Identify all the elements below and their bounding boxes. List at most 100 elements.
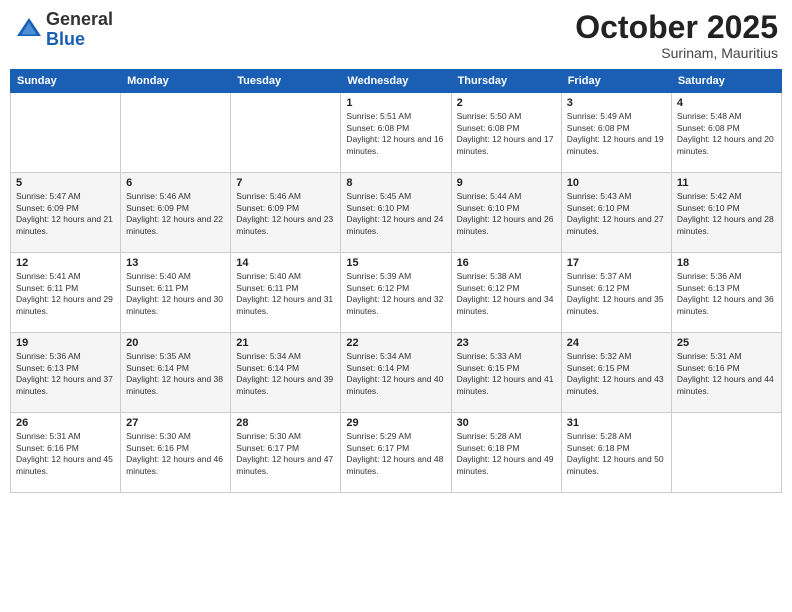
day-info: Sunrise: 5:34 AM Sunset: 6:14 PM Dayligh… <box>236 351 335 397</box>
day-number: 4 <box>677 97 776 109</box>
logo-blue: Blue <box>46 30 113 50</box>
day-cell: 13Sunrise: 5:40 AM Sunset: 6:11 PM Dayli… <box>121 253 231 333</box>
day-number: 31 <box>567 417 666 429</box>
day-info: Sunrise: 5:28 AM Sunset: 6:18 PM Dayligh… <box>567 431 666 477</box>
day-cell: 15 Sunrise: 5:39 AM Sunset: 6:12 PM Dayli… <box>341 253 451 333</box>
day-info: Sunrise: 5:32 AM Sunset: 6:15 PM Dayligh… <box>567 351 666 397</box>
day-info: Sunrise: 5:29 AM Sunset: 6:17 PM Dayligh… <box>346 431 445 477</box>
day-cell <box>121 93 231 173</box>
day-info: Sunrise: 5:51 AM Sunset: 6:08 PM Dayligh… <box>346 111 445 157</box>
day-cell: 30 Sunrise: 5:28 AM Sunset: 6:18 PM Dayli… <box>451 413 561 493</box>
logo-icon <box>14 15 44 45</box>
day-cell: 18Sunrise: 5:36 AM Sunset: 6:13 PM Dayli… <box>671 253 781 333</box>
day-info: Sunrise: 5:34 AM Sunset: 6:14 PM Dayligh… <box>346 351 445 397</box>
day-cell: 5 Sunrise: 5:47 AM Sunset: 6:09 PM Daylig… <box>11 173 121 253</box>
day-cell: 22Sunrise: 5:34 AM Sunset: 6:14 PM Dayli… <box>341 333 451 413</box>
day-number: 7 <box>236 177 335 189</box>
day-number: 12 <box>16 257 115 269</box>
day-info: Sunrise: 5:47 AM Sunset: 6:09 PM Dayligh… <box>16 191 115 237</box>
day-info: Sunrise: 5:40 AM Sunset: 6:11 PM Dayligh… <box>126 271 225 317</box>
day-cell: 26 Sunrise: 5:31 AM Sunset: 6:16 PM Dayli… <box>11 413 121 493</box>
day-info: Sunrise: 5:49 AM Sunset: 6:08 PM Dayligh… <box>567 111 666 157</box>
day-number: 9 <box>457 177 556 189</box>
day-cell: 23Sunrise: 5:33 AM Sunset: 6:15 PM Dayli… <box>451 333 561 413</box>
day-info: Sunrise: 5:46 AM Sunset: 6:09 PM Dayligh… <box>236 191 335 237</box>
logo-text: General Blue <box>46 10 113 50</box>
day-cell: 2 Sunrise: 5:50 AM Sunset: 6:08 PM Daylig… <box>451 93 561 173</box>
day-number: 5 <box>16 177 115 189</box>
day-info: Sunrise: 5:46 AM Sunset: 6:09 PM Dayligh… <box>126 191 225 237</box>
month-title: October 2025 <box>575 10 778 45</box>
day-cell <box>671 413 781 493</box>
day-info: Sunrise: 5:50 AM Sunset: 6:08 PM Dayligh… <box>457 111 556 157</box>
day-cell: 11 Sunrise: 5:42 AM Sunset: 6:10 PM Dayli… <box>671 173 781 253</box>
day-cell: 8Sunrise: 5:45 AM Sunset: 6:10 PM Daylig… <box>341 173 451 253</box>
day-info: Sunrise: 5:36 AM Sunset: 6:13 PM Dayligh… <box>16 351 115 397</box>
day-number: 29 <box>346 417 445 429</box>
day-info: Sunrise: 5:42 AM Sunset: 6:10 PM Dayligh… <box>677 191 776 237</box>
day-number: 14 <box>236 257 335 269</box>
day-info: Sunrise: 5:45 AM Sunset: 6:10 PM Dayligh… <box>346 191 445 237</box>
calendar-table: SundayMondayTuesdayWednesdayThursdayFrid… <box>10 69 782 493</box>
day-info: Sunrise: 5:28 AM Sunset: 6:18 PM Dayligh… <box>457 431 556 477</box>
weekday-header-friday: Friday <box>561 70 671 93</box>
day-number: 11 <box>677 177 776 189</box>
day-cell: 17 Sunrise: 5:37 AM Sunset: 6:12 PM Dayli… <box>561 253 671 333</box>
page: General Blue October 2025 Surinam, Mauri… <box>0 0 792 612</box>
week-row-2: 12 Sunrise: 5:41 AM Sunset: 6:11 PM Dayli… <box>11 253 782 333</box>
day-number: 26 <box>16 417 115 429</box>
day-cell: 31 Sunrise: 5:28 AM Sunset: 6:18 PM Dayli… <box>561 413 671 493</box>
day-info: Sunrise: 5:35 AM Sunset: 6:14 PM Dayligh… <box>126 351 225 397</box>
day-info: Sunrise: 5:31 AM Sunset: 6:16 PM Dayligh… <box>677 351 776 397</box>
day-number: 25 <box>677 337 776 349</box>
day-number: 24 <box>567 337 666 349</box>
day-info: Sunrise: 5:43 AM Sunset: 6:10 PM Dayligh… <box>567 191 666 237</box>
day-number: 19 <box>16 337 115 349</box>
week-row-0: 1 Sunrise: 5:51 AM Sunset: 6:08 PM Daylig… <box>11 93 782 173</box>
day-info: Sunrise: 5:40 AM Sunset: 6:11 PM Dayligh… <box>236 271 335 317</box>
day-number: 2 <box>457 97 556 109</box>
day-cell: 6 Sunrise: 5:46 AM Sunset: 6:09 PM Daylig… <box>121 173 231 253</box>
day-number: 16 <box>457 257 556 269</box>
weekday-row: SundayMondayTuesdayWednesdayThursdayFrid… <box>11 70 782 93</box>
day-number: 23 <box>457 337 556 349</box>
day-info: Sunrise: 5:36 AM Sunset: 6:13 PM Dayligh… <box>677 271 776 317</box>
day-info: Sunrise: 5:48 AM Sunset: 6:08 PM Dayligh… <box>677 111 776 157</box>
logo-general: General <box>46 10 113 30</box>
calendar-body: 1 Sunrise: 5:51 AM Sunset: 6:08 PM Daylig… <box>11 93 782 493</box>
weekday-header-wednesday: Wednesday <box>341 70 451 93</box>
day-cell: 21 Sunrise: 5:34 AM Sunset: 6:14 PM Dayli… <box>231 333 341 413</box>
day-cell <box>231 93 341 173</box>
day-info: Sunrise: 5:31 AM Sunset: 6:16 PM Dayligh… <box>16 431 115 477</box>
week-row-4: 26 Sunrise: 5:31 AM Sunset: 6:16 PM Dayli… <box>11 413 782 493</box>
weekday-header-tuesday: Tuesday <box>231 70 341 93</box>
weekday-header-monday: Monday <box>121 70 231 93</box>
day-cell: 27Sunrise: 5:30 AM Sunset: 6:16 PM Dayli… <box>121 413 231 493</box>
day-info: Sunrise: 5:38 AM Sunset: 6:12 PM Dayligh… <box>457 271 556 317</box>
weekday-header-thursday: Thursday <box>451 70 561 93</box>
weekday-header-sunday: Sunday <box>11 70 121 93</box>
day-number: 15 <box>346 257 445 269</box>
day-cell: 3 Sunrise: 5:49 AM Sunset: 6:08 PM Daylig… <box>561 93 671 173</box>
calendar-header: SundayMondayTuesdayWednesdayThursdayFrid… <box>11 70 782 93</box>
day-number: 17 <box>567 257 666 269</box>
day-cell: 4 Sunrise: 5:48 AM Sunset: 6:08 PM Daylig… <box>671 93 781 173</box>
day-info: Sunrise: 5:30 AM Sunset: 6:17 PM Dayligh… <box>236 431 335 477</box>
day-cell: 12 Sunrise: 5:41 AM Sunset: 6:11 PM Dayli… <box>11 253 121 333</box>
weekday-header-saturday: Saturday <box>671 70 781 93</box>
day-number: 3 <box>567 97 666 109</box>
day-number: 6 <box>126 177 225 189</box>
day-cell: 25 Sunrise: 5:31 AM Sunset: 6:16 PM Dayli… <box>671 333 781 413</box>
day-number: 1 <box>346 97 445 109</box>
day-info: Sunrise: 5:39 AM Sunset: 6:12 PM Dayligh… <box>346 271 445 317</box>
logo: General Blue <box>14 10 113 50</box>
day-cell: 1 Sunrise: 5:51 AM Sunset: 6:08 PM Daylig… <box>341 93 451 173</box>
header: General Blue October 2025 Surinam, Mauri… <box>10 10 782 61</box>
day-number: 30 <box>457 417 556 429</box>
day-cell: 29 Sunrise: 5:29 AM Sunset: 6:17 PM Dayli… <box>341 413 451 493</box>
day-info: Sunrise: 5:41 AM Sunset: 6:11 PM Dayligh… <box>16 271 115 317</box>
day-info: Sunrise: 5:30 AM Sunset: 6:16 PM Dayligh… <box>126 431 225 477</box>
day-cell: 9Sunrise: 5:44 AM Sunset: 6:10 PM Daylig… <box>451 173 561 253</box>
day-info: Sunrise: 5:37 AM Sunset: 6:12 PM Dayligh… <box>567 271 666 317</box>
day-number: 21 <box>236 337 335 349</box>
